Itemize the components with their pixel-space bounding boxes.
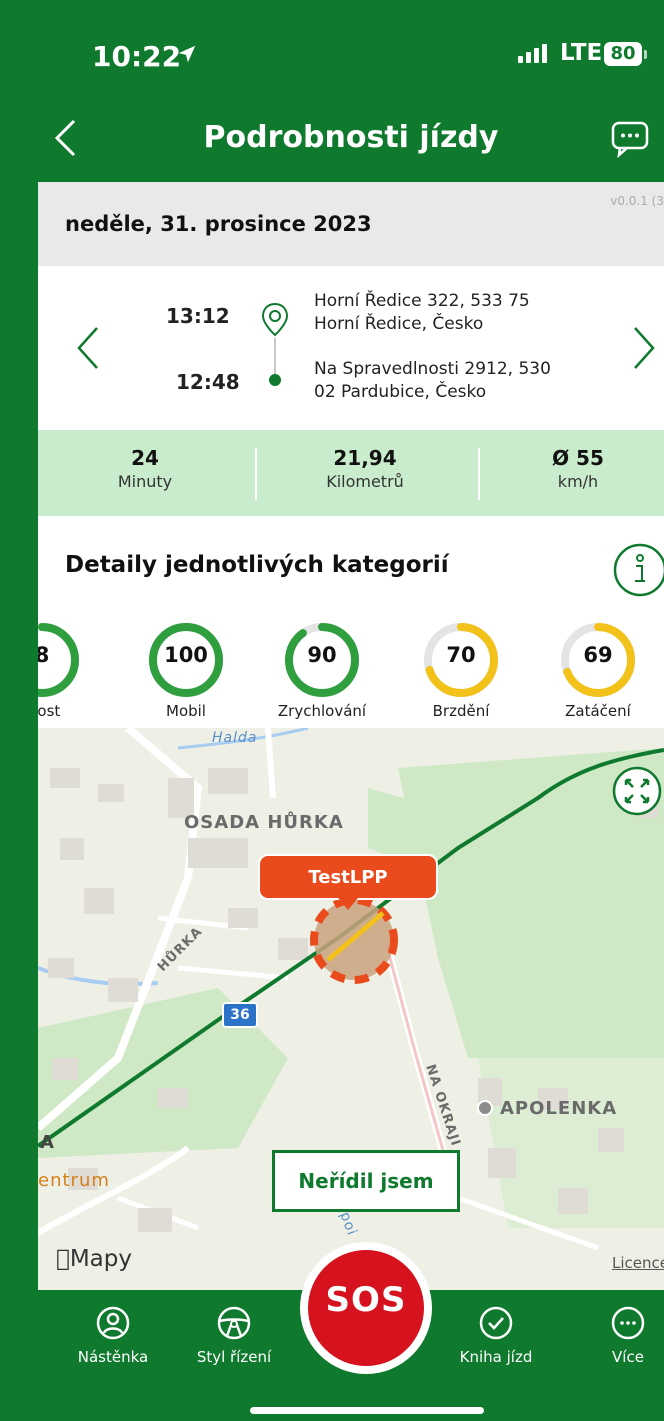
origin-address-line2: 02 Pardubice, Česko xyxy=(314,382,487,402)
previous-trip-chevron-icon[interactable] xyxy=(76,326,100,370)
location-arrow-icon xyxy=(178,45,196,63)
gauge-acceleration-label: Zrychlování xyxy=(277,702,367,720)
route-connector xyxy=(274,338,276,378)
category-details: Detaily jednotlivých kategorií 8 hlost 1… xyxy=(38,516,664,728)
destination-address-line2: Horní Ředice, Česko xyxy=(314,314,484,334)
vehicle-callout-tip xyxy=(338,898,358,910)
app-version: v0.0.1 (3 xyxy=(610,194,664,208)
stat-duration: 24 Minuty xyxy=(45,446,245,491)
apple-logo-icon:  xyxy=(56,1246,70,1272)
origin-address-line1: Na Spravedlnosti 2912, 530 xyxy=(314,359,551,379)
gauge-acceleration-value: 90 xyxy=(307,643,337,667)
trip-stats: 24 Minuty 21,94 Kilometrů Ø 55 km/h xyxy=(38,430,664,516)
phone-screen: 10:22 LTE 80 Podrobnosti jízdy neděle, 3… xyxy=(38,0,664,1421)
map-label-osada: OSADA HŮRKA xyxy=(184,812,344,833)
map-label-halda: Halda xyxy=(212,730,258,746)
gauge-mobile-value: 100 xyxy=(164,643,208,667)
nav-item-logbook-label: Kniha jízd xyxy=(459,1348,533,1366)
not-driving-button[interactable]: Neřídil jsem xyxy=(272,1150,460,1212)
check-circle-icon xyxy=(479,1306,513,1340)
trip-start-time: 12:48 xyxy=(176,370,240,394)
network-type: LTE xyxy=(560,40,603,66)
category-title: Detaily jednotlivých kategorií xyxy=(65,552,449,578)
sos-button-inner: SOS xyxy=(308,1250,424,1366)
gauge-speed-label: hlost xyxy=(38,702,61,720)
gauge-cornering-value: 69 xyxy=(583,643,613,667)
stat-distance-label: Kilometrů xyxy=(326,472,404,491)
page-header: Podrobnosti jízdy xyxy=(38,100,664,182)
date-bar: neděle, 31. prosince 2023 v0.0.1 (3 xyxy=(38,182,664,266)
trip-summary: 13:12 12:48 Horní Ředice 322, 533 75 Hor… xyxy=(38,266,664,430)
map-attribution: Mapy xyxy=(56,1246,132,1272)
destination-pin-icon xyxy=(261,302,289,337)
nav-item-driving-style-label: Styl řízení xyxy=(196,1348,272,1366)
trip-map[interactable]: Halda OSADA HŮRKA HŮRKA APOLENKA NA OKRA… xyxy=(38,728,664,1290)
sos-button[interactable]: SOS xyxy=(300,1242,432,1374)
gauge-mobile-label: Mobil xyxy=(166,702,206,720)
map-label-centrum: entrum xyxy=(38,1170,110,1191)
stat-distance-value: 21,94 xyxy=(333,446,397,470)
steering-wheel-icon xyxy=(217,1306,251,1340)
origin-dot-icon xyxy=(269,374,281,386)
status-time: 10:22 xyxy=(92,40,182,73)
bottom-navigation: Nástěnka Styl řízení SOS Kniha jízd Více xyxy=(38,1242,664,1421)
stat-speed: Ø 55 km/h xyxy=(478,446,664,491)
nav-item-dashboard-label: Nástěnka xyxy=(77,1348,149,1366)
status-bar: 10:22 LTE 80 xyxy=(38,0,664,100)
destination-address: Horní Ředice 322, 533 75 Horní Ředice, Č… xyxy=(314,290,644,336)
stat-duration-value: 24 xyxy=(131,446,159,470)
gauge-braking-value: 70 xyxy=(446,643,476,667)
trip-date: neděle, 31. prosince 2023 xyxy=(65,212,372,236)
vehicle-callout[interactable]: TestLPP xyxy=(258,854,438,900)
battery-icon: 80 xyxy=(604,42,642,66)
nav-item-more-label: Více xyxy=(612,1348,644,1366)
signal-icon xyxy=(518,44,550,63)
gauge-cornering-label: Zatáčení xyxy=(565,702,631,720)
map-label-a: A xyxy=(40,1132,55,1153)
nav-item-driving-style[interactable]: Styl řízení xyxy=(174,1306,294,1366)
licence-link[interactable]: Licence xyxy=(612,1254,664,1272)
app-frame: 10:22 LTE 80 Podrobnosti jízdy neděle, 3… xyxy=(0,0,664,1421)
map-attribution-text: Mapy xyxy=(56,1246,132,1272)
chat-bubble-icon[interactable] xyxy=(610,118,650,158)
destination-address-line1: Horní Ředice 322, 533 75 xyxy=(314,291,530,311)
stat-divider xyxy=(255,448,257,500)
stat-distance: 21,94 Kilometrů xyxy=(265,446,465,491)
stat-speed-value: Ø 55 xyxy=(552,446,604,470)
more-dots-icon xyxy=(611,1306,645,1340)
nav-item-logbook[interactable]: Kniha jízd xyxy=(436,1306,556,1366)
home-indicator xyxy=(250,1407,484,1414)
nav-item-more[interactable]: Více xyxy=(568,1306,664,1366)
sos-label: SOS xyxy=(325,1280,407,1320)
gauge-braking-label: Brzdění xyxy=(432,702,490,720)
user-circle-icon xyxy=(96,1306,130,1340)
origin-address: Na Spravedlnosti 2912, 530 02 Pardubice,… xyxy=(314,358,644,404)
trip-end-time: 13:12 xyxy=(166,304,230,328)
stat-duration-label: Minuty xyxy=(117,472,173,491)
expand-map-icon[interactable] xyxy=(612,766,662,816)
road-number-badge: 36 xyxy=(222,1002,258,1028)
info-icon[interactable] xyxy=(612,542,664,598)
map-label-apolenka: APOLENKA xyxy=(500,1098,618,1119)
stat-speed-label: km/h xyxy=(557,472,599,491)
gauge-speed-value: 8 xyxy=(38,643,50,667)
nav-item-dashboard[interactable]: Nástěnka xyxy=(53,1306,173,1366)
battery-tip xyxy=(644,50,647,59)
page-title: Podrobnosti jízdy xyxy=(203,120,499,155)
